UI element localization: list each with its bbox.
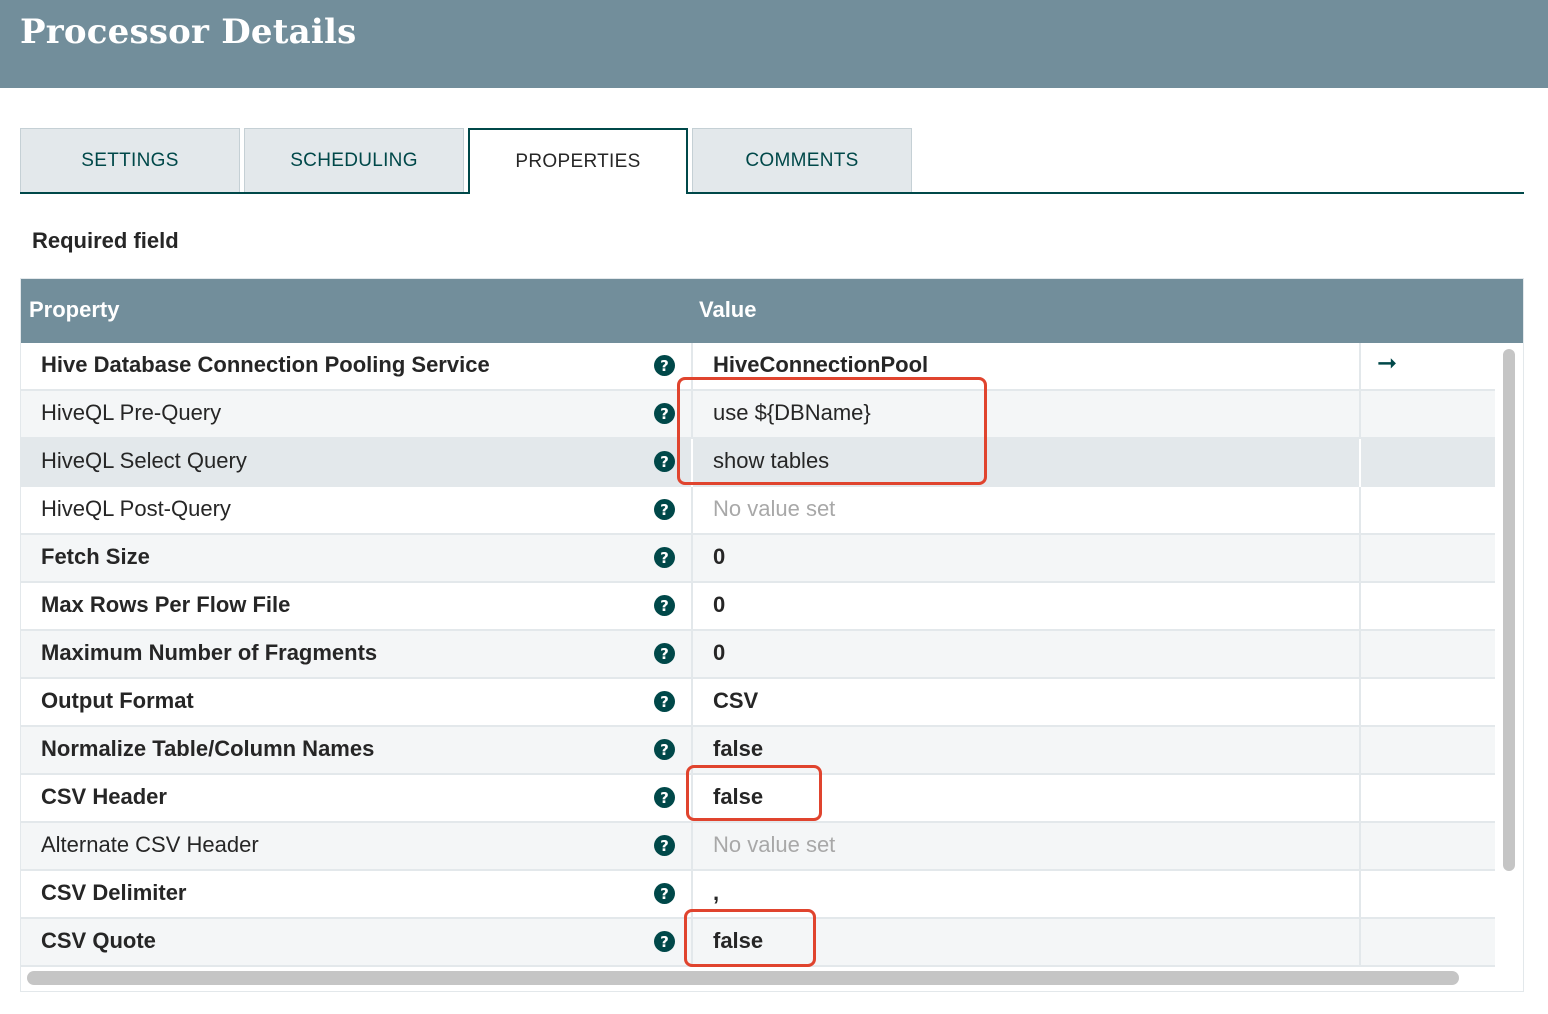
column-divider [1359, 391, 1361, 439]
table-row[interactable]: CSV Header ? false [21, 775, 1495, 823]
question-circle-icon[interactable]: ? [654, 403, 675, 424]
vertical-scrollbar[interactable] [1503, 349, 1515, 871]
question-circle-icon[interactable]: ? [654, 691, 675, 712]
column-divider [691, 679, 693, 727]
column-divider [691, 631, 693, 679]
table-row[interactable]: HiveQL Pre-Query ? use ${DBName} [21, 391, 1495, 439]
tab-properties[interactable]: PROPERTIES [468, 128, 688, 194]
property-value[interactable]: HiveConnectionPool [713, 352, 928, 378]
property-name: Hive Database Connection Pooling Service [41, 352, 490, 377]
column-divider [1359, 679, 1361, 727]
table-row[interactable]: Output Format ? CSV [21, 679, 1495, 727]
column-divider [1359, 535, 1361, 583]
property-value[interactable]: false [713, 784, 763, 810]
column-divider [1359, 343, 1361, 391]
tab-bar: SETTINGS SCHEDULING PROPERTIES COMMENTS [20, 128, 1524, 194]
dialog-header: Processor Details [0, 0, 1548, 88]
question-circle-icon[interactable]: ? [654, 355, 675, 376]
question-circle-icon[interactable]: ? [654, 835, 675, 856]
column-divider [691, 775, 693, 823]
column-divider [691, 871, 693, 919]
arrow-right-icon[interactable]: ➞ [1377, 349, 1397, 378]
property-value[interactable]: No value set [713, 832, 835, 858]
table-row[interactable]: Normalize Table/Column Names ? false [21, 727, 1495, 775]
dialog-title: Processor Details [20, 12, 357, 52]
table-row[interactable]: CSV Delimiter ? , [21, 871, 1495, 919]
property-value[interactable]: 0 [713, 592, 725, 618]
property-value[interactable]: false [713, 736, 763, 762]
column-divider [691, 439, 693, 487]
horizontal-scrollbar[interactable] [27, 971, 1459, 985]
property-value[interactable]: , [713, 880, 719, 906]
column-divider [1359, 727, 1361, 775]
table-row[interactable]: Hive Database Connection Pooling Service… [21, 343, 1495, 391]
question-circle-icon[interactable]: ? [654, 739, 675, 760]
table-row[interactable]: Max Rows Per Flow File ? 0 [21, 583, 1495, 631]
property-value[interactable]: CSV [713, 688, 758, 714]
tab-label: PROPERTIES [515, 151, 641, 172]
column-divider [691, 919, 693, 967]
property-name: Max Rows Per Flow File [41, 592, 291, 617]
table-row[interactable]: Maximum Number of Fragments ? 0 [21, 631, 1495, 679]
tab-label: SCHEDULING [290, 149, 418, 171]
grid-header: Property Value [21, 279, 1523, 343]
property-name: Output Format [41, 688, 194, 713]
table-row[interactable]: HiveQL Select Query ? show tables [21, 439, 1495, 487]
column-divider [1359, 919, 1361, 967]
column-divider [1359, 631, 1361, 679]
property-name: Alternate CSV Header [41, 832, 259, 857]
property-name: HiveQL Select Query [41, 448, 247, 473]
tab-label: COMMENTS [745, 149, 859, 171]
column-divider [1359, 871, 1361, 919]
column-divider [1359, 583, 1361, 631]
property-name: CSV Quote [41, 928, 156, 953]
column-divider [691, 535, 693, 583]
property-name: Normalize Table/Column Names [41, 736, 375, 761]
table-row[interactable]: HiveQL Post-Query ? No value set [21, 487, 1495, 535]
tab-label: SETTINGS [81, 149, 179, 171]
table-row[interactable]: Fetch Size ? 0 [21, 535, 1495, 583]
property-value[interactable]: show tables [713, 448, 829, 474]
property-name: Maximum Number of Fragments [41, 640, 378, 665]
property-name: HiveQL Post-Query [41, 496, 231, 521]
property-value[interactable]: 0 [713, 544, 725, 570]
column-header-property[interactable]: Property [29, 297, 119, 323]
property-name: Fetch Size [41, 544, 150, 569]
question-circle-icon[interactable]: ? [654, 643, 675, 664]
properties-grid: Property Value Hive Database Connection … [20, 278, 1524, 992]
required-field-label: Required field [32, 228, 179, 253]
question-circle-icon[interactable]: ? [654, 451, 675, 472]
question-circle-icon[interactable]: ? [654, 499, 675, 520]
column-divider [691, 583, 693, 631]
grid-rows: Hive Database Connection Pooling Service… [21, 343, 1495, 967]
property-value[interactable]: 0 [713, 640, 725, 666]
question-circle-icon[interactable]: ? [654, 787, 675, 808]
question-circle-icon[interactable]: ? [654, 931, 675, 952]
column-divider [1359, 775, 1361, 823]
property-name: CSV Delimiter [41, 880, 187, 905]
column-header-value[interactable]: Value [699, 297, 756, 323]
column-divider [1359, 823, 1361, 871]
tab-underline [20, 192, 1524, 194]
question-circle-icon[interactable]: ? [654, 883, 675, 904]
column-divider [691, 727, 693, 775]
column-divider [691, 343, 693, 391]
tab-scheduling[interactable]: SCHEDULING [244, 128, 464, 192]
table-row[interactable]: CSV Quote ? false [21, 919, 1495, 967]
property-value[interactable]: No value set [713, 496, 835, 522]
question-circle-icon[interactable]: ? [654, 595, 675, 616]
tab-settings[interactable]: SETTINGS [20, 128, 240, 192]
column-divider [1359, 439, 1361, 487]
property-value[interactable]: false [713, 928, 763, 954]
column-divider [691, 823, 693, 871]
question-circle-icon[interactable]: ? [654, 547, 675, 568]
column-divider [691, 487, 693, 535]
property-name: HiveQL Pre-Query [41, 400, 222, 425]
property-value[interactable]: use ${DBName} [713, 400, 871, 426]
table-row[interactable]: Alternate CSV Header ? No value set [21, 823, 1495, 871]
tab-comments[interactable]: COMMENTS [692, 128, 912, 192]
column-divider [691, 391, 693, 439]
property-name: CSV Header [41, 784, 167, 809]
column-divider [1359, 487, 1361, 535]
